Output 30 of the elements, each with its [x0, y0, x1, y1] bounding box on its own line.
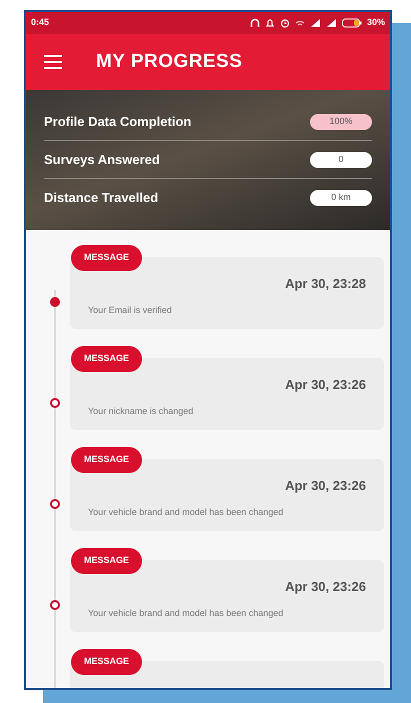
headphones-icon — [250, 18, 260, 28]
message-badge: MESSAGE — [71, 548, 142, 574]
notification-icon — [264, 18, 275, 28]
message-badge: MESSAGE — [71, 447, 142, 473]
message-badge: MESSAGE — [71, 649, 142, 675]
stat-label: Profile Data Completion — [44, 112, 192, 131]
message-text: Your Email is verified — [88, 304, 173, 316]
screen-title: MY PROGRESS — [96, 50, 242, 74]
battery-icon — [342, 18, 362, 28]
message-date: Apr 30, 23:26 — [285, 477, 366, 495]
menu-icon[interactable] — [44, 55, 62, 69]
alarm-icon — [280, 18, 290, 28]
message-text: Your vehicle brand and model has been changed — [88, 506, 284, 519]
message-date: Apr 30, 23:28 — [285, 275, 366, 293]
message-text: Your nickname is changed — [88, 404, 194, 418]
stat-label: Distance Travelled — [44, 189, 158, 208]
signal-icon — [326, 18, 337, 28]
stat-value: 0 — [310, 152, 372, 168]
message-badge: MESSAGE — [71, 346, 142, 372]
stat-label: Surveys Answered — [44, 150, 160, 169]
status-time: 0:45 — [31, 16, 50, 30]
message-date: Apr 30, 23:26 — [285, 578, 366, 596]
wifi-icon — [294, 18, 305, 28]
signal-icon — [310, 18, 321, 28]
message-text: Your vehicle brand and model has been changed — [88, 606, 284, 620]
stat-value: 100% — [310, 114, 372, 130]
message-date: Apr 30, 23:26 — [285, 376, 366, 394]
battery-percentage: 30% — [366, 16, 385, 30]
stat-value: 0 km — [310, 190, 372, 206]
message-badge: MESSAGE — [71, 245, 142, 271]
